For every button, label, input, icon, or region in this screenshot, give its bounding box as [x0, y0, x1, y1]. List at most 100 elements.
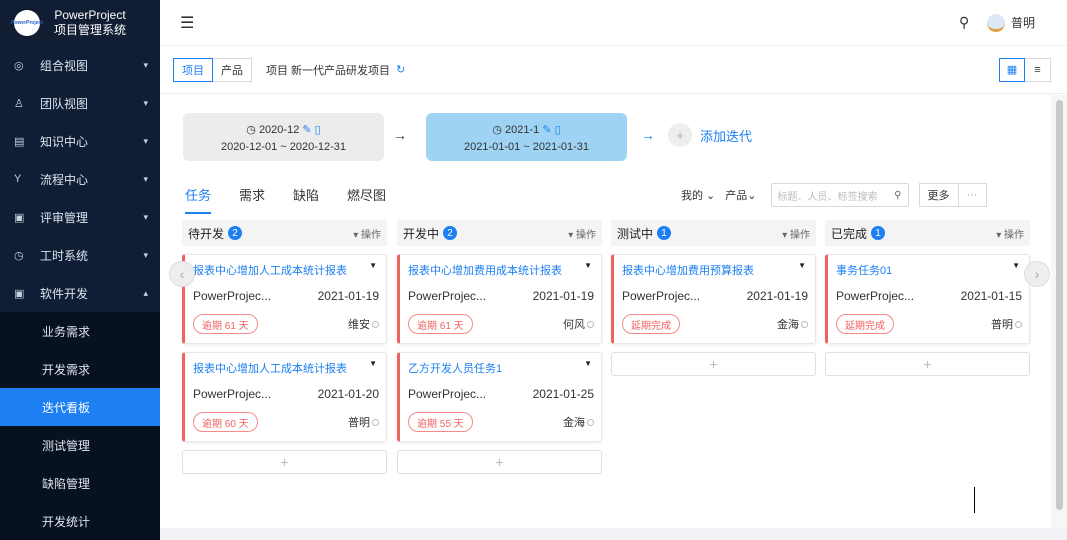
code-icon: ▣ — [14, 287, 25, 300]
filter-mine-label: 我的 — [681, 190, 703, 202]
card-menu-icon[interactable]: ▼ — [798, 261, 806, 270]
list-view-icon[interactable]: ≡ — [1025, 57, 1051, 82]
task-title[interactable]: 报表中心增加人工成本统计报表 — [193, 262, 379, 278]
sidebar-item-software[interactable]: ▣ 软件开发 ▴ — [0, 274, 160, 312]
add-iteration-button[interactable]: + 添加迭代 — [668, 123, 752, 147]
tab-burndown[interactable]: 燃尽图 — [347, 185, 386, 214]
sidebar-subitem-business[interactable]: 业务需求 — [0, 312, 160, 350]
edit-icon[interactable]: ✎ — [302, 124, 311, 136]
tab-defect[interactable]: 缺陷 — [293, 185, 319, 214]
card-menu-icon[interactable]: ▼ — [369, 261, 377, 270]
add-card-button[interactable]: + — [611, 352, 816, 376]
column-action-button[interactable]: ▾ 操作 — [353, 226, 381, 241]
sidebar-subitem-stats[interactable]: 开发统计 — [0, 502, 160, 540]
iteration-card-2020-12[interactable]: ◷ 2020-12 ✎ ▯ 2020-12-01 ~ 2020-12-31 — [183, 113, 384, 161]
column-action-button[interactable]: ▾ 操作 — [782, 226, 810, 241]
seg-product[interactable]: 产品 — [213, 57, 252, 82]
sidebar-item-portfolio[interactable]: ◎ 组合视图 ▾ — [0, 46, 160, 84]
sidebar-item-timesheet[interactable]: ◷ 工时系统 ▾ — [0, 236, 160, 274]
task-card[interactable]: 乙方开发人员任务1 ▼ PowerProjec... 2021-01-25 逾期 55 … — [397, 352, 602, 442]
scrollbar-thumb[interactable] — [1056, 100, 1063, 510]
task-card[interactable]: 报表中心增加人工成本统计报表 ▼ PowerProjec... 2021-01-20 逾… — [182, 352, 387, 442]
scroll-right-button[interactable]: › — [1024, 261, 1050, 287]
filter-bar: 我的 ⌄ 产品⌄ 标题、人员、标签搜索 ⚲ 更多 ··· — [681, 183, 987, 207]
sidebar-subitem-board[interactable]: 迭代看板 — [0, 388, 160, 426]
sidebar-item-review[interactable]: ▣ 评审管理 ▾ — [0, 198, 160, 236]
refresh-icon[interactable]: ↻ — [396, 63, 405, 76]
topbar-right: ⚲ 普明 — [959, 13, 1067, 32]
task-project: PowerProjec... — [193, 289, 272, 303]
search-icon[interactable]: ⚲ — [959, 14, 969, 31]
owner-status-icon — [587, 419, 594, 426]
user-menu[interactable]: 普明 — [986, 13, 1035, 32]
seg-project[interactable]: 项目 — [173, 57, 213, 82]
delete-icon[interactable]: ▯ — [555, 124, 561, 136]
sidebar-subitem-dev[interactable]: 开发需求 — [0, 350, 160, 388]
task-title[interactable]: 乙方开发人员任务1 — [408, 360, 594, 376]
search-input[interactable]: 标题、人员、标签搜索 ⚲ — [770, 183, 909, 207]
status-badge: 逾期 61 天 — [193, 314, 258, 334]
plus-icon: + — [668, 123, 692, 147]
column-title: 待开发 — [188, 226, 225, 241]
edit-icon[interactable]: ✎ — [542, 124, 551, 136]
sidebar-item-label: 知识中心 — [40, 134, 89, 149]
owner-status-icon — [801, 321, 808, 328]
task-card[interactable]: 报表中心增加费用预算报表 ▼ PowerProjec... 2021-01-19 延期完… — [611, 254, 816, 344]
card-menu-icon[interactable]: ▼ — [369, 359, 377, 368]
card-menu-icon[interactable]: ▼ — [584, 359, 592, 368]
task-project: PowerProjec... — [408, 289, 487, 303]
sidebar-item-flow[interactable]: Y 流程中心 ▾ — [0, 160, 160, 198]
more-button[interactable]: 更多 — [918, 183, 959, 207]
card-menu-icon[interactable]: ▼ — [584, 261, 592, 270]
filter-product[interactable]: 产品⌄ — [725, 187, 756, 203]
text-cursor — [974, 487, 975, 513]
column-header: 已完成 1 ▾ 操作 — [825, 220, 1030, 246]
column-action-button[interactable]: ▾ 操作 — [568, 226, 596, 241]
sidebar-item-knowledge[interactable]: ▤ 知识中心 ▾ — [0, 122, 160, 160]
column-title: 已完成 — [831, 226, 868, 241]
iteration-card-2021-1[interactable]: ◷ 2021-1 ✎ ▯ 2021-01-01 ~ 2021-01-31 — [426, 113, 627, 161]
column-action-button[interactable]: ▾ 操作 — [996, 226, 1024, 241]
task-title[interactable]: 事务任务01 — [836, 262, 1022, 278]
iteration-name: 2021-1 — [505, 124, 540, 136]
task-card[interactable]: 事务任务01 ▼ PowerProjec... 2021-01-15 延期完成 普明 — [825, 254, 1030, 344]
column-header: 开发中 2 ▾ 操作 — [397, 220, 602, 246]
clock-icon: ◷ — [14, 249, 24, 262]
tab-task[interactable]: 任务 — [185, 185, 212, 214]
scroll-left-button[interactable]: ‹ — [169, 261, 195, 287]
task-title[interactable]: 报表中心增加费用预算报表 — [622, 262, 808, 278]
task-owner: 维安 — [348, 316, 379, 332]
sidebar-subitem-defect[interactable]: 缺陷管理 — [0, 464, 160, 502]
add-card-button[interactable]: + — [182, 450, 387, 474]
column-title: 开发中 — [403, 226, 440, 241]
task-title[interactable]: 报表中心增加人工成本统计报表 — [193, 360, 379, 376]
task-owner: 金海 — [777, 316, 808, 332]
menu-fold-icon[interactable]: ☰ — [180, 13, 194, 33]
task-owner: 何风 — [563, 316, 594, 332]
app-logo-row[interactable]: PowerProject PowerProject 项目管理系统 — [0, 0, 160, 46]
chevron-down-icon: ▾ — [143, 135, 148, 146]
task-card[interactable]: 报表中心增加费用成本统计报表 ▼ PowerProjec... 2021-01-19 逾… — [397, 254, 602, 344]
count-badge: 1 — [871, 226, 886, 240]
chevron-down-icon: ▾ — [143, 97, 148, 108]
add-iteration-label: 添加迭代 — [700, 128, 753, 144]
user-name: 普明 — [1010, 16, 1035, 30]
grid-view-icon[interactable]: ▦ — [999, 57, 1025, 82]
avatar — [986, 13, 1005, 32]
card-menu-icon[interactable]: ▼ — [1012, 261, 1020, 270]
sidebar-item-team[interactable]: ♙ 团队视图 ▾ — [0, 84, 160, 122]
filter-mine[interactable]: 我的 ⌄ — [681, 187, 715, 203]
add-card-button[interactable]: + — [825, 352, 1030, 376]
project-label[interactable]: 项目 新一代产品研发项目 — [266, 62, 390, 78]
add-card-button[interactable]: + — [397, 450, 602, 474]
app-logo: PowerProject — [11, 10, 43, 36]
tab-requirement[interactable]: 需求 — [239, 185, 265, 214]
delete-icon[interactable]: ▯ — [315, 124, 321, 136]
task-date: 2021-01-15 — [960, 289, 1022, 303]
sidebar-subitem-test[interactable]: 测试管理 — [0, 426, 160, 464]
count-badge: 1 — [657, 226, 672, 240]
task-title[interactable]: 报表中心增加费用成本统计报表 — [408, 262, 594, 278]
ellipsis-button[interactable]: ··· — [958, 183, 987, 207]
task-card[interactable]: 报表中心增加人工成本统计报表 ▼ PowerProjec... 2021-01-19 逾… — [182, 254, 387, 344]
owner-status-icon — [1015, 321, 1022, 328]
